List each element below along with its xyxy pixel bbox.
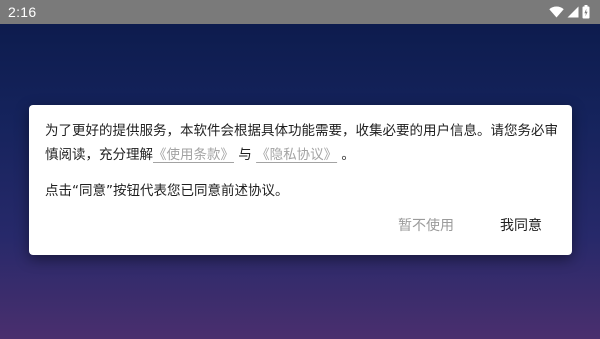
policy-paragraph: 为了更好的提供服务，本软件会根据具体功能需要，收集必要的用户信息。请您务必审慎阅… bbox=[45, 119, 561, 167]
wifi-icon bbox=[549, 6, 564, 18]
status-bar: 2:16 bbox=[0, 0, 600, 24]
status-icons bbox=[549, 5, 590, 19]
accept-button[interactable]: 我同意 bbox=[482, 209, 560, 241]
terms-of-use-link[interactable]: 《使用条款》 bbox=[153, 147, 234, 163]
decline-button[interactable]: 暂不使用 bbox=[380, 209, 472, 241]
dialog-actions: 暂不使用 我同意 bbox=[380, 209, 560, 241]
end-punctuation: 。 bbox=[341, 147, 355, 163]
consent-paragraph: 点击“同意”按钮代表您已同意前述协议。 bbox=[45, 183, 289, 199]
dialog-body: 为了更好的提供服务，本软件会根据具体功能需要，收集必要的用户信息。请您务必审慎阅… bbox=[45, 119, 561, 203]
cell-signal-icon bbox=[567, 6, 579, 18]
battery-icon bbox=[582, 5, 590, 19]
privacy-consent-dialog: 为了更好的提供服务，本软件会根据具体功能需要，收集必要的用户信息。请您务必审慎阅… bbox=[29, 105, 572, 255]
status-time: 2:16 bbox=[8, 4, 37, 20]
connector-text: 与 bbox=[238, 147, 252, 163]
privacy-policy-link[interactable]: 《隐私协议》 bbox=[256, 147, 337, 163]
